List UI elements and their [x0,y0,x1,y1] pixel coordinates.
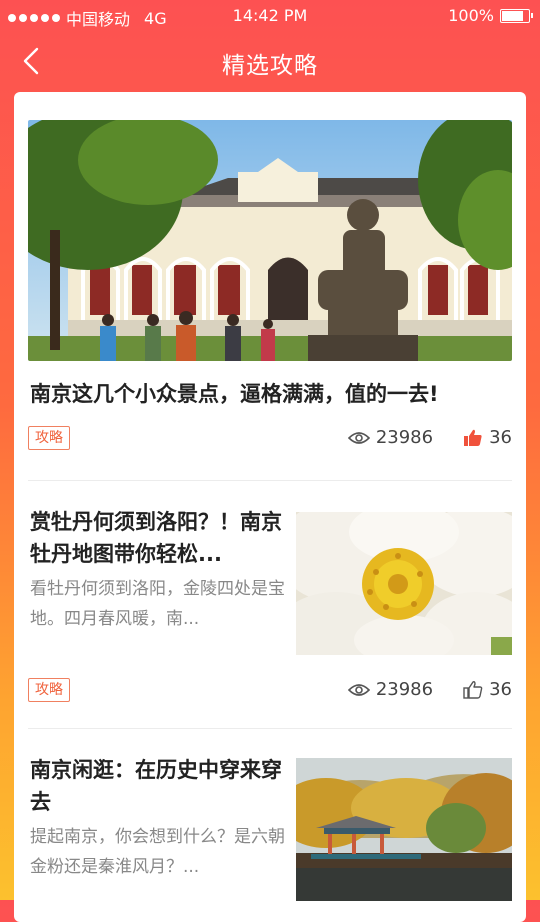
battery-percent: 100% [448,6,494,25]
article-item[interactable]: 南京闲逛：在历史中穿来穿去 提起南京，你会想到什么？是六朝金粉还是秦淮风月？..… [28,728,512,922]
article-list-card: 南京这几个小众景点，逼格满满，值的一去! 攻略 23986 36 赏牡丹何须到洛… [14,92,526,922]
view-count: 23986 [347,679,434,700]
status-right: 100% [448,6,533,25]
view-count-value: 23986 [375,427,434,448]
thumbs-up-outline-icon [463,680,483,699]
peony-flower-photo[interactable] [296,512,512,655]
lake-pavilion-photo[interactable] [296,758,512,901]
nav-bar: 精选攻略 [0,32,540,90]
like-button[interactable]: 36 [463,679,512,700]
eye-icon [347,683,370,696]
article-title[interactable]: 赏牡丹何须到洛阳？！南京牡丹地图带你轻松... [30,506,286,570]
page-title: 精选攻略 [222,53,318,79]
article-title[interactable]: 南京闲逛：在历史中穿来穿去 [30,754,286,818]
eye-icon [347,431,370,444]
like-count-value: 36 [489,427,512,448]
like-button[interactable]: 36 [463,427,512,448]
like-count-value: 36 [489,679,512,700]
article-summary: 看牡丹何须到洛阳，金陵四处是宝地。四月春风暖，南... [30,579,285,629]
article-summary: 提起南京，你会想到什么？是六朝金粉还是秦淮风月？... [30,827,285,877]
statue-building-photo[interactable] [28,120,512,361]
article-item[interactable]: 南京这几个小众景点，逼格满满，值的一去! 攻略 23986 36 [28,120,512,481]
view-count-value: 23986 [375,679,434,700]
view-count: 23986 [347,427,434,448]
article-title[interactable]: 南京这几个小众景点，逼格满满，值的一去! [30,378,439,408]
category-tag: 攻略 [28,426,70,450]
category-tag: 攻略 [28,678,70,702]
status-bar: 中国移动 4G 14:42 PM 100% [0,0,540,32]
battery-icon [500,8,533,23]
article-stats: 23986 36 [347,427,512,448]
thumbs-up-filled-icon [464,429,482,446]
article-item[interactable]: 赏牡丹何须到洛阳？！南京牡丹地图带你轻松... 看牡丹何须到洛阳，金陵四处是宝地… [28,480,512,729]
article-stats: 23986 36 [347,679,512,700]
